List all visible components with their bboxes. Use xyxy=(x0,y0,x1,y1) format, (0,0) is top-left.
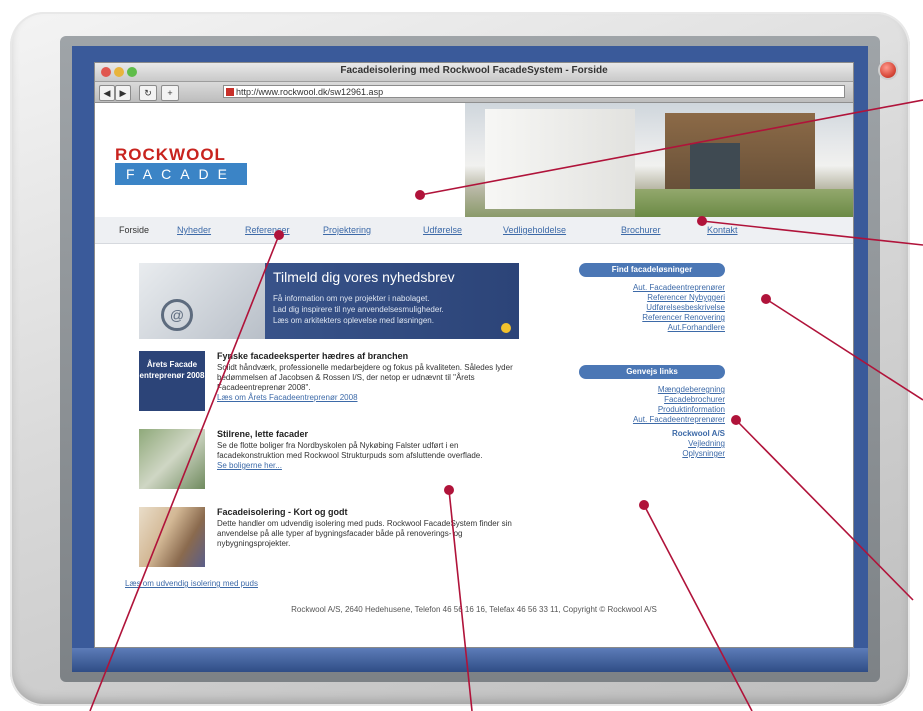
article-facades: Stilrene, lette facader Se de flotte bol… xyxy=(139,429,539,495)
banner-title: Tilmeld dig vores nyhedsbrev xyxy=(273,269,455,285)
sidebar-link[interactable]: Vejledning xyxy=(633,439,725,449)
award-image[interactable]: Årets Facade entreprenør 2008 xyxy=(139,351,205,411)
sidebar-link[interactable]: Referencer Renovering xyxy=(633,313,725,323)
sidebar-link[interactable]: Udførelsesbeskrivelse xyxy=(633,303,725,313)
article-isolation: Facadeisolering - Kort og godt Dette han… xyxy=(139,507,539,573)
desktop-floor xyxy=(72,648,868,672)
sidebar-find: Find facadeløsninger Aut. Facadeentrepre… xyxy=(579,263,725,353)
newsletter-banner[interactable]: @ Tilmeld dig vores nyhedsbrev Få inform… xyxy=(139,263,519,339)
isolation-link[interactable]: Læs om udvendig isolering med puds xyxy=(125,579,258,588)
article-text: Solidt håndværk, professionelle medarbej… xyxy=(217,363,513,392)
article-title[interactable]: Facadeisolering - Kort og godt xyxy=(217,507,348,517)
web-page: ROCKWOOL FACADE Forside Nyheder Referenc… xyxy=(95,103,853,647)
forward-icon[interactable]: ▶ xyxy=(115,85,131,101)
nav-item-forside[interactable]: Forside xyxy=(119,225,149,235)
sidebar-link[interactable]: Referencer Nybyggeri xyxy=(633,293,725,303)
nav-item-nyheder[interactable]: Nyheder xyxy=(177,225,211,235)
monitor-bezel: Facadeisolering med Rockwool FacadeSyste… xyxy=(10,12,910,706)
sidebar-link[interactable]: Aut.Forhandlere xyxy=(633,323,725,333)
main-nav: Forside Nyheder Referencer Projektering … xyxy=(95,217,853,244)
article-title[interactable]: Fynske facadeeksperter hædres af branche… xyxy=(217,351,408,361)
article-text: Dette handler om udvendig isolering med … xyxy=(217,519,512,548)
power-button[interactable] xyxy=(880,62,896,78)
hero-photo xyxy=(465,103,853,217)
article-link[interactable]: Læs om Årets Facadeentreprenør 2008 xyxy=(217,393,527,403)
title-bar: Facadeisolering med Rockwool FacadeSyste… xyxy=(95,63,853,82)
sidebar-links: Aut. Facadeentreprenører Referencer Nyby… xyxy=(633,283,725,333)
article-title[interactable]: Stilrene, lette facader xyxy=(217,429,308,439)
nav-item-brochurer[interactable]: Brochurer xyxy=(621,225,661,235)
article-link[interactable]: Se boligerne her... xyxy=(217,461,527,471)
sidebar-link[interactable]: Aut. Facadeentreprenører xyxy=(633,415,725,425)
arrow-icon[interactable] xyxy=(501,323,511,333)
back-icon[interactable]: ◀ xyxy=(99,85,115,101)
article-text: Se de flotte boliger fra Nordbyskolen på… xyxy=(217,441,483,460)
site-header: ROCKWOOL FACADE xyxy=(95,103,853,217)
article-body: Solidt håndværk, professionelle medarbej… xyxy=(217,363,527,403)
banner-line: Lad dig inspirere til nye anvendelsesmul… xyxy=(273,305,444,314)
page-footer: Rockwool A/S, 2640 Hedehusene, Telefon 4… xyxy=(291,605,657,614)
banner-line: Få information om nye projekter i nabola… xyxy=(273,294,430,303)
article-body: Dette handler om udvendig isolering med … xyxy=(217,519,527,549)
browser-toolbar: ◀ ▶ ↻ + http://www.rockwool.dk/sw12961.a… xyxy=(95,82,853,103)
logo-facade[interactable]: FACADE xyxy=(115,163,247,185)
sidebar-link[interactable]: Oplysninger xyxy=(633,449,725,459)
screen: Facadeisolering med Rockwool FacadeSyste… xyxy=(72,46,868,672)
sidebar-link[interactable]: Facadebrochurer xyxy=(633,395,725,405)
nav-item-referencer[interactable]: Referencer xyxy=(245,225,290,235)
article-award: Årets Facade entreprenør 2008 Fynske fac… xyxy=(139,351,539,417)
url-field[interactable]: http://www.rockwool.dk/sw12961.asp xyxy=(223,85,845,98)
banner-line: Læs om arkitekters oplevelse med løsning… xyxy=(273,316,434,325)
nav-item-vedligeholdelse[interactable]: Vedligeholdelse xyxy=(503,225,566,235)
sidebar-heading: Find facadeløsninger xyxy=(579,263,725,277)
browser-window: Facadeisolering med Rockwool FacadeSyste… xyxy=(94,62,854,648)
aerial-photo[interactable] xyxy=(139,429,205,489)
sidebar-links: Mængdeberegning Facadebrochurer Produkti… xyxy=(633,385,725,459)
sidebar-subheading: Rockwool A/S xyxy=(671,429,725,438)
at-sign-icon: @ xyxy=(161,299,193,331)
facade-photo[interactable] xyxy=(139,507,205,567)
url-text: http://www.rockwool.dk/sw12961.asp xyxy=(236,87,384,97)
banner-text: Få information om nye projekter i nabola… xyxy=(273,293,444,326)
window-title: Facadeisolering med Rockwool FacadeSyste… xyxy=(340,65,608,76)
add-bookmark-icon[interactable]: + xyxy=(161,85,179,101)
nav-item-projektering[interactable]: Projektering xyxy=(323,225,371,235)
nav-item-udforelse[interactable]: Udførelse xyxy=(423,225,462,235)
logo-rockwool[interactable]: ROCKWOOL xyxy=(115,145,226,165)
sidebar-shortcuts: Genvejs links Mængdeberegning Facadebroc… xyxy=(579,365,725,485)
sidebar-heading: Genvejs links xyxy=(579,365,725,379)
sidebar-link[interactable]: Produktinformation xyxy=(633,405,725,415)
hero-lawn xyxy=(635,189,853,217)
article-body: Se de flotte boliger fra Nordbyskolen på… xyxy=(217,441,527,471)
hero-wall xyxy=(485,109,635,209)
sidebar-link[interactable]: Mængdeberegning xyxy=(633,385,725,395)
reload-icon[interactable]: ↻ xyxy=(139,85,157,101)
banner-photo: @ xyxy=(139,263,265,339)
favicon-icon xyxy=(226,88,234,96)
nav-item-kontakt[interactable]: Kontakt xyxy=(707,225,738,235)
sidebar-link[interactable]: Aut. Facadeentreprenører xyxy=(633,283,725,293)
